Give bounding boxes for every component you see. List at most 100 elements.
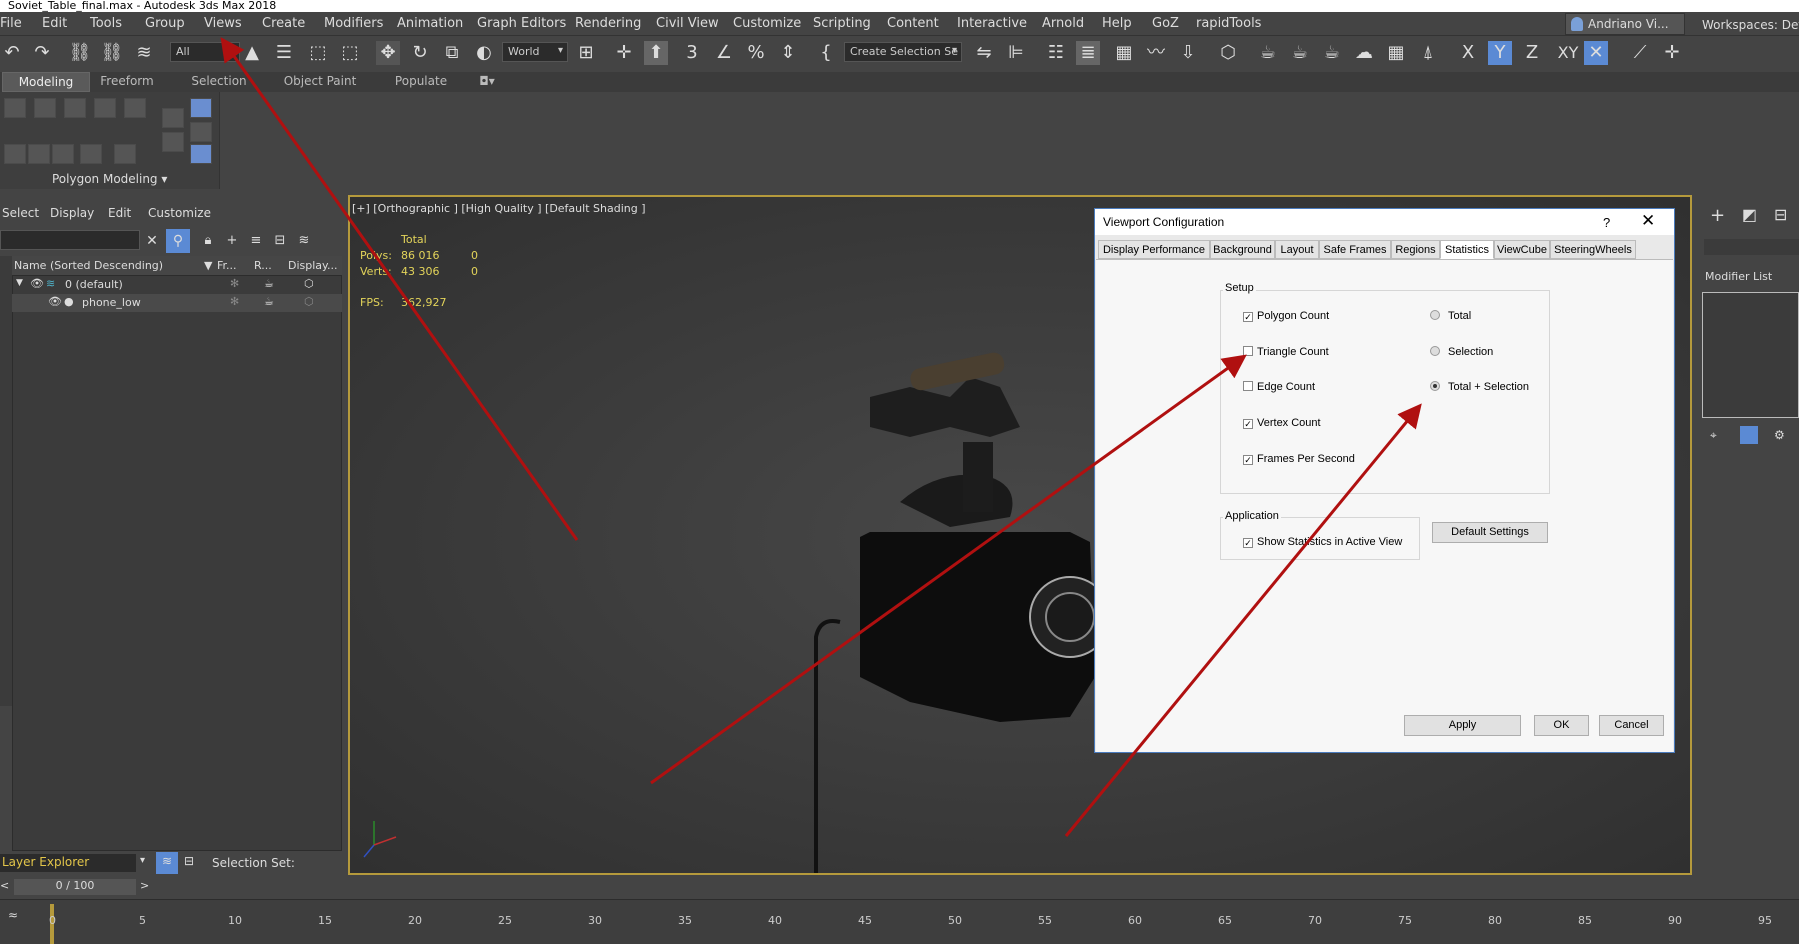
ribbon-pin-stack-icon[interactable] <box>190 144 212 164</box>
freeze-icon[interactable]: ✻ <box>230 277 239 290</box>
tab-safe-frames[interactable]: Safe Frames <box>1319 240 1391 259</box>
scene-menu-display[interactable]: Display <box>50 206 94 220</box>
display-box-icon[interactable]: ⬡ <box>304 277 314 290</box>
ribbon-edge-icon[interactable] <box>34 98 56 118</box>
menu-rendering[interactable]: Rendering <box>575 16 641 31</box>
angle-snap-icon[interactable]: ∠ <box>712 41 736 65</box>
link-icon[interactable]: ⛓ <box>68 41 92 65</box>
ribbon-polygon-icon[interactable] <box>94 98 116 118</box>
hierarchy-panel-icon[interactable]: ⊟ <box>1774 205 1787 224</box>
column-render[interactable]: R... <box>254 259 272 272</box>
menu-edit[interactable]: Edit <box>42 16 67 31</box>
render-teapot-icon[interactable]: ☕︎ <box>264 277 274 290</box>
menu-tools[interactable]: Tools <box>90 16 122 31</box>
schematic-view-icon[interactable]: ⇩ <box>1176 41 1200 65</box>
frames-per-second-checkbox[interactable]: ✓ Frames Per Second <box>1243 453 1355 465</box>
menu-modifiers[interactable]: Modifiers <box>324 16 383 31</box>
menu-group[interactable]: Group <box>145 16 185 31</box>
column-name[interactable]: Name (Sorted Descending) <box>14 259 163 272</box>
menu-create[interactable]: Create <box>262 16 305 31</box>
menu-views[interactable]: Views <box>204 16 242 31</box>
time-prev-icon[interactable]: < <box>0 879 9 892</box>
tab-regions[interactable]: Regions <box>1391 240 1440 259</box>
column-display[interactable]: Display... <box>288 259 337 272</box>
radio-dot[interactable] <box>1430 381 1440 391</box>
menu-content[interactable]: Content <box>887 16 939 31</box>
radio-total-plus-selection[interactable]: Total + Selection <box>1430 381 1529 393</box>
redo-icon[interactable]: ↷ <box>30 41 54 65</box>
column-frozen[interactable]: Fr... <box>217 259 237 272</box>
ribbon-modify-mode-icon[interactable] <box>190 98 212 118</box>
checkbox-box[interactable]: ✓ <box>1243 538 1253 548</box>
time-next-icon[interactable]: > <box>140 879 149 892</box>
keyboard-shortcut-override-icon[interactable]: ⬆ <box>644 41 668 65</box>
sort-arrow-icon[interactable]: ▼ <box>204 259 212 272</box>
ribbon-vertex-icon[interactable] <box>4 98 26 118</box>
selection-filter-dropdown[interactable]: All <box>170 42 240 62</box>
grid-render-icon[interactable]: ▦ <box>1384 41 1408 65</box>
object-name-field[interactable] <box>1704 239 1799 255</box>
scene-menu-edit[interactable]: Edit <box>108 206 131 220</box>
explorer-selector[interactable]: Layer Explorer <box>0 854 136 872</box>
menu-help[interactable]: Help <box>1102 16 1132 31</box>
timeline[interactable]: ≈ <box>0 899 1799 944</box>
extra-tool-icon[interactable]: ⟋ <box>1628 41 1652 65</box>
menu-arnold[interactable]: Arnold <box>1042 16 1084 31</box>
radio-dot[interactable] <box>1430 346 1440 356</box>
ribbon-tab-populate[interactable]: Populate <box>390 72 452 92</box>
menu-rapidtools[interactable]: rapidTools <box>1196 16 1261 31</box>
rendered-frame-window-icon[interactable]: ☕ <box>1288 41 1312 65</box>
ribbon-border-icon[interactable] <box>64 98 86 118</box>
layer-explorer-icon[interactable]: ≋ <box>156 852 178 874</box>
layers-icon[interactable]: ≡ <box>244 229 268 253</box>
show-end-result-icon[interactable] <box>1740 426 1758 444</box>
checkbox-box[interactable] <box>1243 346 1253 356</box>
tab-steeringwheels[interactable]: SteeringWheels <box>1550 240 1636 259</box>
menu-customize[interactable]: Customize <box>733 16 801 31</box>
edge-count-checkbox[interactable]: Edge Count <box>1243 381 1315 393</box>
stack-icon[interactable]: ≋ <box>292 229 316 253</box>
scene-menu-select[interactable]: Select <box>2 206 39 220</box>
scale-icon[interactable]: ⧉ <box>440 41 464 65</box>
ribbon-show-end-result-icon[interactable] <box>114 144 136 164</box>
spinner-snap-icon[interactable]: ⇕ <box>776 41 800 65</box>
ribbon-preserve-uv-icon[interactable] <box>162 108 184 128</box>
ribbon-tab-selection[interactable]: Selection <box>186 72 252 92</box>
axis-x-button[interactable]: X <box>1456 41 1480 65</box>
undo-icon[interactable]: ↶ <box>0 41 24 65</box>
ribbon-tab-object-paint[interactable]: Object Paint <box>276 72 364 92</box>
edit-named-selection-icon[interactable]: { <box>814 41 838 65</box>
visibility-eye-icon[interactable]: 👁︎ <box>48 295 62 308</box>
create-panel-icon[interactable]: + <box>1710 205 1725 226</box>
menu-scripting[interactable]: Scripting <box>813 16 871 31</box>
curve-editor-mini-icon[interactable]: ≈ <box>8 908 18 922</box>
rect-selection-icon[interactable]: ⬚ <box>306 41 330 65</box>
pivot-center-icon[interactable]: ⊞ <box>574 41 598 65</box>
snaps-toggle-icon[interactable]: 3 <box>680 41 704 65</box>
modify-panel-icon[interactable]: ◩ <box>1742 205 1757 224</box>
lock-icon[interactable]: 🔒︎ <box>196 229 220 253</box>
checkbox-box[interactable]: ✓ <box>1243 455 1253 465</box>
mirror-icon[interactable]: ⇋ <box>972 41 996 65</box>
radio-total[interactable]: Total <box>1430 310 1471 322</box>
ribbon-element-icon[interactable] <box>124 98 146 118</box>
workspaces-label[interactable]: Workspaces: Defa <box>1702 18 1799 32</box>
checkbox-box[interactable] <box>1243 381 1253 391</box>
ribbon-options-icon[interactable]: ◘▾ <box>472 72 502 92</box>
modifier-stack[interactable] <box>1702 292 1799 418</box>
vertex-count-checkbox[interactable]: ✓ Vertex Count <box>1243 417 1321 429</box>
menu-interactive[interactable]: Interactive <box>957 16 1027 31</box>
visibility-eye-icon[interactable]: 👁︎ <box>30 277 44 290</box>
toggle-layer-explorer-icon[interactable]: ≣ <box>1076 41 1100 65</box>
time-slider[interactable]: < 0 / 100 > <box>0 879 160 897</box>
render-production-icon[interactable]: ☕ <box>1320 41 1344 65</box>
ribbon-toggle-icon[interactable]: ▦ <box>1112 41 1136 65</box>
configure-sets-icon[interactable]: ⚙ <box>1774 428 1785 442</box>
render-teapot-icon[interactable]: ☕︎ <box>264 295 274 308</box>
add-layer-icon[interactable]: + <box>220 229 244 253</box>
window-crossing-icon[interactable]: ⬚ <box>338 41 362 65</box>
default-settings-button[interactable]: Default Settings <box>1432 522 1548 543</box>
axis-xy-active-icon[interactable]: ✕ <box>1584 41 1608 65</box>
ribbon-tab-freeform[interactable]: Freeform <box>96 72 158 92</box>
named-selection-dropdown[interactable]: Create Selection Se <box>844 42 962 62</box>
